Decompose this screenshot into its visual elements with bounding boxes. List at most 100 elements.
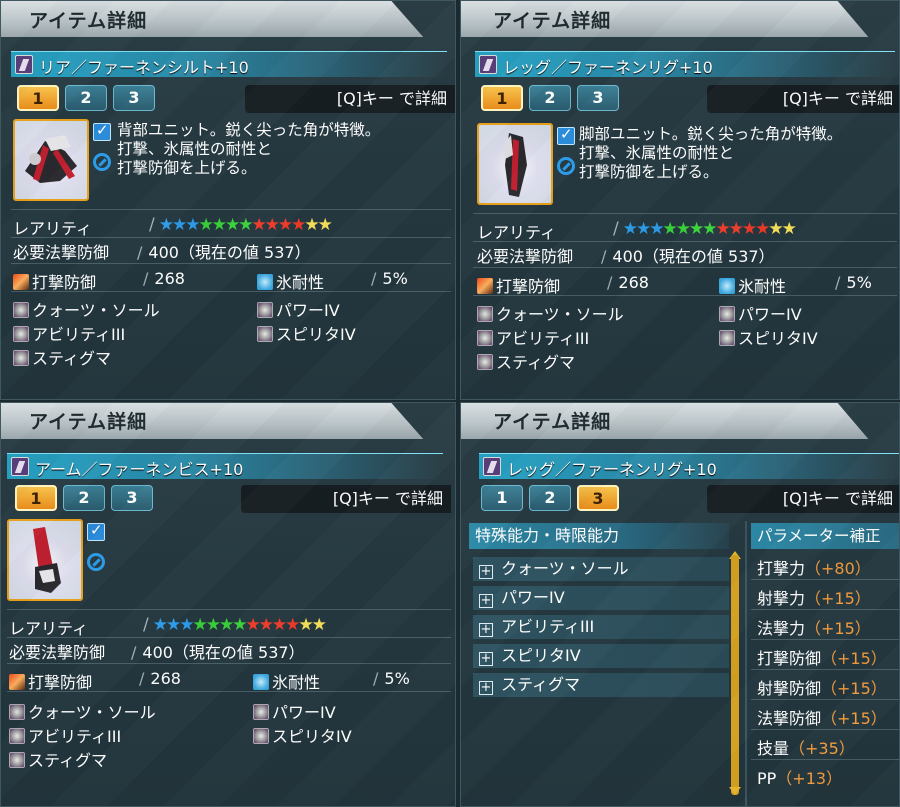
star-icon: ★★★ [152, 615, 195, 635]
description-line: 打撃、氷属性の耐性と [117, 140, 273, 158]
resist-value: /5% [373, 669, 410, 688]
star-icon: ★★★★ [245, 615, 300, 635]
rarity-stars: / ★★★★★★★★★★★★★ [613, 219, 797, 239]
divider [7, 691, 451, 692]
item-detail-panel-leg: アイテム詳細 レッグ／ファーネンリグ+10 1 2 3 [Q]キー で詳細 脚部… [460, 0, 900, 400]
item-name: リア／ファーネンシルト+10 [39, 58, 249, 77]
star-icon: ★★★ [622, 219, 665, 239]
star-icon: ★★★★ [198, 215, 253, 235]
check-icon[interactable] [93, 121, 111, 141]
defense-value: /268 [139, 669, 181, 688]
item-name: レッグ／ファーネンリグ+10 [503, 58, 713, 77]
description-line: 打撃防御を上げる。 [117, 159, 257, 177]
affix-icon [719, 306, 735, 322]
check-icon[interactable] [87, 521, 105, 541]
affix-item: スティグマ [9, 747, 107, 771]
affix-item: スピリタIV [719, 325, 818, 349]
expand-icon: + [479, 564, 493, 579]
ice-resist-icon [257, 274, 273, 290]
rarity-stars: / ★★★★★★★★★★★★★ [143, 615, 327, 635]
param-row: 打撃防御（+15） [757, 649, 887, 668]
rear-unit-icon [15, 55, 33, 74]
param-row: 射撃力（+15） [757, 589, 871, 608]
detail-key-hint[interactable]: [Q]キー で詳細 [707, 85, 899, 113]
rarity-stars: / ★★★★★★★★★★★★★ [149, 215, 333, 235]
leg-unit-icon [483, 457, 501, 476]
affix-item: スティグマ [477, 349, 575, 373]
parameter-bonus-header: パラメーター補正 [751, 523, 899, 549]
affix-item: アビリティIII [9, 723, 121, 747]
divider [473, 213, 897, 214]
detail-key-hint[interactable]: [Q]キー で詳細 [707, 485, 899, 513]
no-entry-icon [87, 553, 105, 571]
arm-unit-icon [11, 457, 29, 476]
affix-icon [257, 302, 273, 318]
param-row: 法撃防御（+15） [757, 709, 887, 728]
special-ability-item[interactable]: + クォーツ・ソール [473, 557, 729, 581]
item-detail-panel-leg-tab3: アイテム詳細 レッグ／ファーネンリグ+10 1 2 3 [Q]キー で詳細 特殊… [460, 402, 900, 807]
ice-resist-icon [253, 674, 269, 690]
affix-item: パワーIV [257, 297, 340, 321]
affix-icon [719, 330, 735, 346]
star-icon: ★★★★ [662, 219, 717, 239]
affix-icon [253, 704, 269, 720]
check-icon[interactable] [557, 125, 575, 145]
required-stat-label: 必要法撃防御 [9, 643, 106, 662]
item-name-bar: リア／ファーネンシルト+10 [11, 51, 447, 77]
param-row: PP（+13） [757, 769, 843, 788]
special-ability-item[interactable]: + パワーIV [473, 586, 729, 610]
detail-key-hint[interactable]: [Q]キー で詳細 [245, 85, 455, 113]
affix-icon [477, 330, 493, 346]
special-ability-item[interactable]: + スティグマ [473, 673, 729, 697]
divider [473, 267, 897, 268]
required-stat-value: /400（現在の値 537） [601, 247, 775, 266]
item-image [7, 519, 83, 601]
tab-3[interactable]: 3 [113, 85, 155, 111]
divider [751, 729, 899, 730]
star-icon: ★★ [304, 215, 333, 235]
item-name: アーム／ファーネンビス+10 [35, 460, 244, 479]
resist-value: /5% [371, 269, 408, 288]
scroll-down-arrow-icon[interactable] [729, 787, 741, 795]
resist-label: 氷耐性 [719, 273, 786, 297]
tab-2[interactable]: 2 [529, 485, 571, 511]
divider [473, 241, 897, 242]
special-ability-item[interactable]: + スピリタIV [473, 644, 729, 668]
tab-3[interactable]: 3 [577, 85, 619, 111]
tab-1[interactable]: 1 [17, 85, 59, 111]
affix-icon [9, 752, 25, 768]
tab-1[interactable]: 1 [15, 485, 57, 511]
divider [751, 579, 899, 580]
special-ability-item[interactable]: + アビリティIII [473, 615, 729, 639]
description-line: 打撃、氷属性の耐性と [579, 144, 735, 162]
tab-1[interactable]: 1 [481, 485, 523, 511]
description-line: 打撃防御を上げる。 [579, 163, 719, 181]
description-line: 脚部ユニット。鋭く尖った角が特徴。 [579, 125, 843, 143]
tab-2[interactable]: 2 [65, 85, 107, 111]
tab-2[interactable]: 2 [529, 85, 571, 111]
scrollbar[interactable] [731, 555, 739, 795]
divider [11, 263, 451, 264]
item-detail-panel-rear: アイテム詳細 リア／ファーネンシルト+10 1 2 3 [Q]キー で詳細 背部… [0, 0, 456, 400]
affix-icon [9, 728, 25, 744]
tab-3[interactable]: 3 [111, 485, 153, 511]
defense-label: 打撃防御 [9, 669, 92, 693]
defense-value: /268 [143, 269, 185, 288]
affix-icon [477, 306, 493, 322]
tab-1[interactable]: 1 [481, 85, 523, 111]
tab-3[interactable]: 3 [577, 485, 619, 511]
item-description: 背部ユニット。鋭く尖った角が特徴。 打撃、氷属性の耐性と 打撃防御を上げる。 [117, 121, 380, 178]
star-icon: ★★★★ [192, 615, 247, 635]
detail-key-hint[interactable]: [Q]キー で詳細 [241, 485, 451, 513]
ice-resist-icon [719, 278, 735, 294]
divider [751, 759, 899, 760]
affix-item: クォーツ・ソール [9, 699, 156, 723]
divider [751, 639, 899, 640]
star-icon: ★★ [298, 615, 327, 635]
param-row: 打撃力（+80） [757, 559, 871, 578]
panel-title: アイテム詳細 [493, 411, 612, 433]
required-stat-value: /400（現在の値 537） [137, 243, 311, 262]
tab-2[interactable]: 2 [63, 485, 105, 511]
divider [11, 237, 451, 238]
required-stat-value: /400（現在の値 537） [131, 643, 305, 662]
